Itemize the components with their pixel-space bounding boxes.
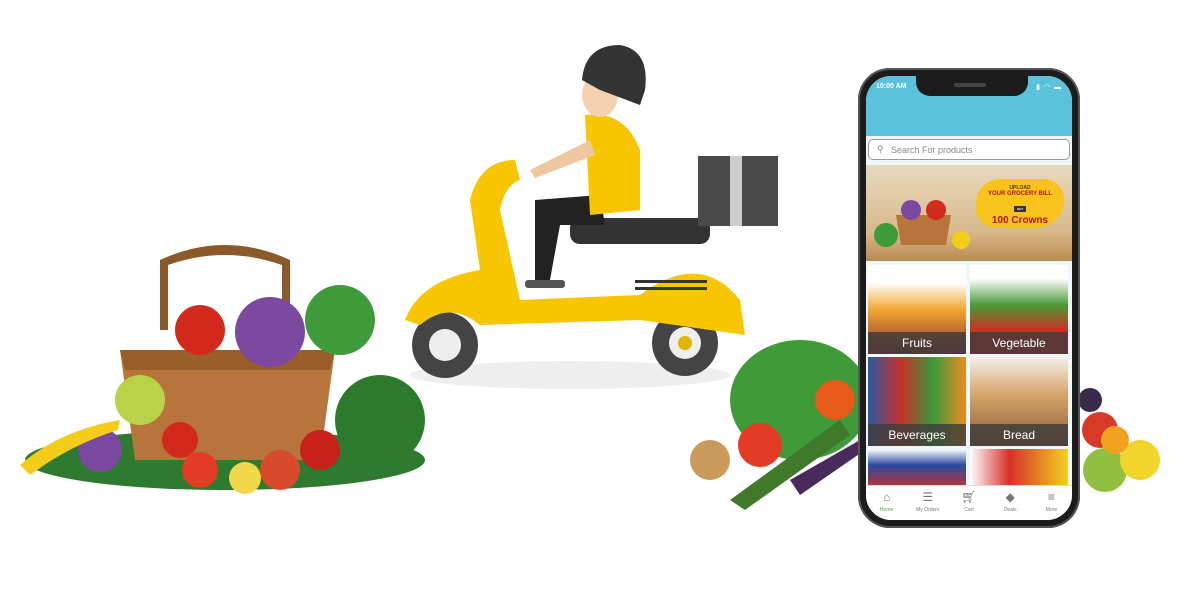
cart-icon: 🛒︎ [961,490,977,504]
status-time: 10:00 AM [876,83,907,90]
vegetable-basket [20,245,425,494]
nav-my-orders[interactable]: ☰ My Orders [907,486,948,520]
promo-banner[interactable]: UPLOAD YOUR GROCERY BILL GET 100 Crowns [866,165,1072,261]
banner-basket-image [874,200,970,249]
nav-cart[interactable]: 🛒︎ Cart [948,486,989,520]
search-icon: ⚲ [877,144,884,154]
category-bread[interactable]: Bread [970,357,1068,446]
tag-icon: ◆ [1005,490,1015,504]
menu-icon: ≡ [1047,490,1055,504]
nav-more[interactable]: ≡ More [1031,486,1072,520]
search-input[interactable]: ⚲ Search For products [868,139,1070,160]
category-beverages[interactable]: Beverages [868,357,966,446]
phone-notch [916,76,1028,96]
app-header: 10:00 AM ▮ ◠ ▬ [866,76,1072,136]
category-snacks[interactable] [868,449,966,489]
category-vegetable[interactable]: Vegetable [970,265,1068,354]
promo-badge: UPLOAD YOUR GROCERY BILL GET 100 Crowns [976,179,1064,227]
category-household[interactable] [970,449,1068,489]
search-placeholder: Search For products [891,145,973,155]
category-fruits[interactable]: Fruits [868,265,966,354]
nav-deals[interactable]: ◆ Deals [990,486,1031,520]
signal-wifi-battery-icon: ▮ ◠ ▬ [1036,84,1062,91]
app-screen: 10:00 AM ▮ ◠ ▬ ⚲ Search For products UPL… [866,76,1072,520]
bottom-nav: ⌂ Home ☰ My Orders 🛒︎ Cart ◆ Deals ≡ More [866,485,1072,520]
delivery-rider [525,45,646,288]
home-icon: ⌂ [882,490,891,504]
phone-mockup: 10:00 AM ▮ ◠ ▬ ⚲ Search For products UPL… [858,68,1080,528]
list-icon: ☰ [922,490,934,504]
nav-home[interactable]: ⌂ Home [866,486,907,520]
